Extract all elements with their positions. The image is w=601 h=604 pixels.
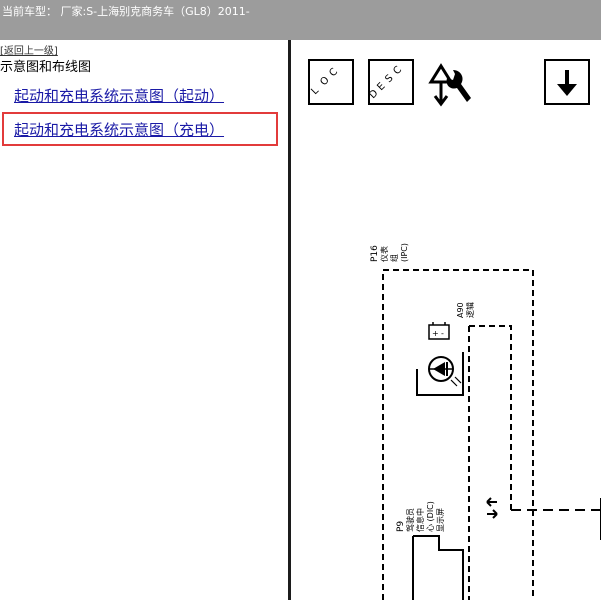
ipc-name-line1: 仪表 [379,246,389,262]
dic-code: P9 [396,521,406,532]
back-link[interactable]: [返回上一级] [0,42,58,57]
dic-name-line2: 信息中 [415,508,425,532]
svg-text:-: - [441,329,444,338]
diagnostic-tool-icon[interactable] [428,63,471,107]
dic-name-line4: 显示屏 [436,508,445,532]
diagram-panel: L O C D E S C P16 仪表 组 (IPC) A90 逻辑 + - … [291,40,601,604]
ipc-name-line3: (IPC) [400,243,409,262]
indicator-led-icon [416,352,464,396]
dic-name-line3: 心 (DIC) [426,501,435,532]
section-title: 示意图和布线图 [0,60,92,75]
link-charging-schematic[interactable]: 起动和充电系统示意图（充电） [14,119,224,140]
svg-text:+: + [432,329,439,338]
dic-name-line1: 驾驶员 [405,508,415,532]
link-starting-schematic[interactable]: 起动和充电系统示意图（起动） [14,85,224,106]
a90-dashed-boundary [469,325,512,510]
bidirectional-arrow-icon [486,497,498,519]
top-bar: 当前车型： 厂家:S-上海别克商务车（GL8）2011- [0,0,601,40]
dic-box [413,535,464,600]
battery-icon: + - [428,322,450,340]
wiring-diagram: L O C D E S C P16 仪表 组 (IPC) A90 逻辑 + - … [308,59,601,604]
left-panel: [返回上一级] 示意图和布线图 起动和充电系统示意图（起动） 起动和充电系统示意… [0,40,288,600]
a90-code: A90 [456,302,465,318]
current-vehicle-text: 当前车型： 厂家:S-上海别克商务车（GL8）2011- [2,5,250,18]
ipc-name-line2: 组 [389,254,399,262]
loc-button[interactable]: L O C [308,59,354,105]
desc-button[interactable]: D E S C [367,59,414,105]
down-arrow-button[interactable] [544,59,590,105]
ipc-code: P16 [370,245,380,262]
a90-name: 逻辑 [465,302,475,318]
